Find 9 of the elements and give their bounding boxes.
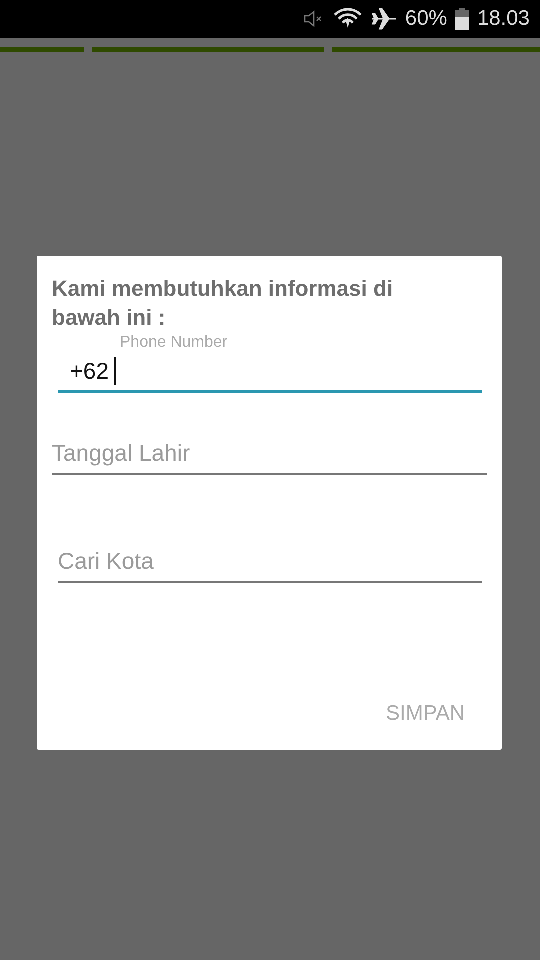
airplane-icon	[371, 8, 398, 30]
battery-icon	[455, 8, 470, 30]
input-field[interactable]: Cari Kota	[58, 541, 482, 583]
input-field[interactable]: Tanggal Lahir	[52, 433, 487, 475]
wifi-icon	[333, 8, 364, 30]
clock-time: 18.03	[477, 7, 530, 31]
dialog-title: Kami membutuhkan informasi di bawah ini :	[52, 275, 394, 332]
battery-percent: 60%	[405, 7, 448, 31]
input-field[interactable]: Phone Number +62	[58, 334, 482, 393]
